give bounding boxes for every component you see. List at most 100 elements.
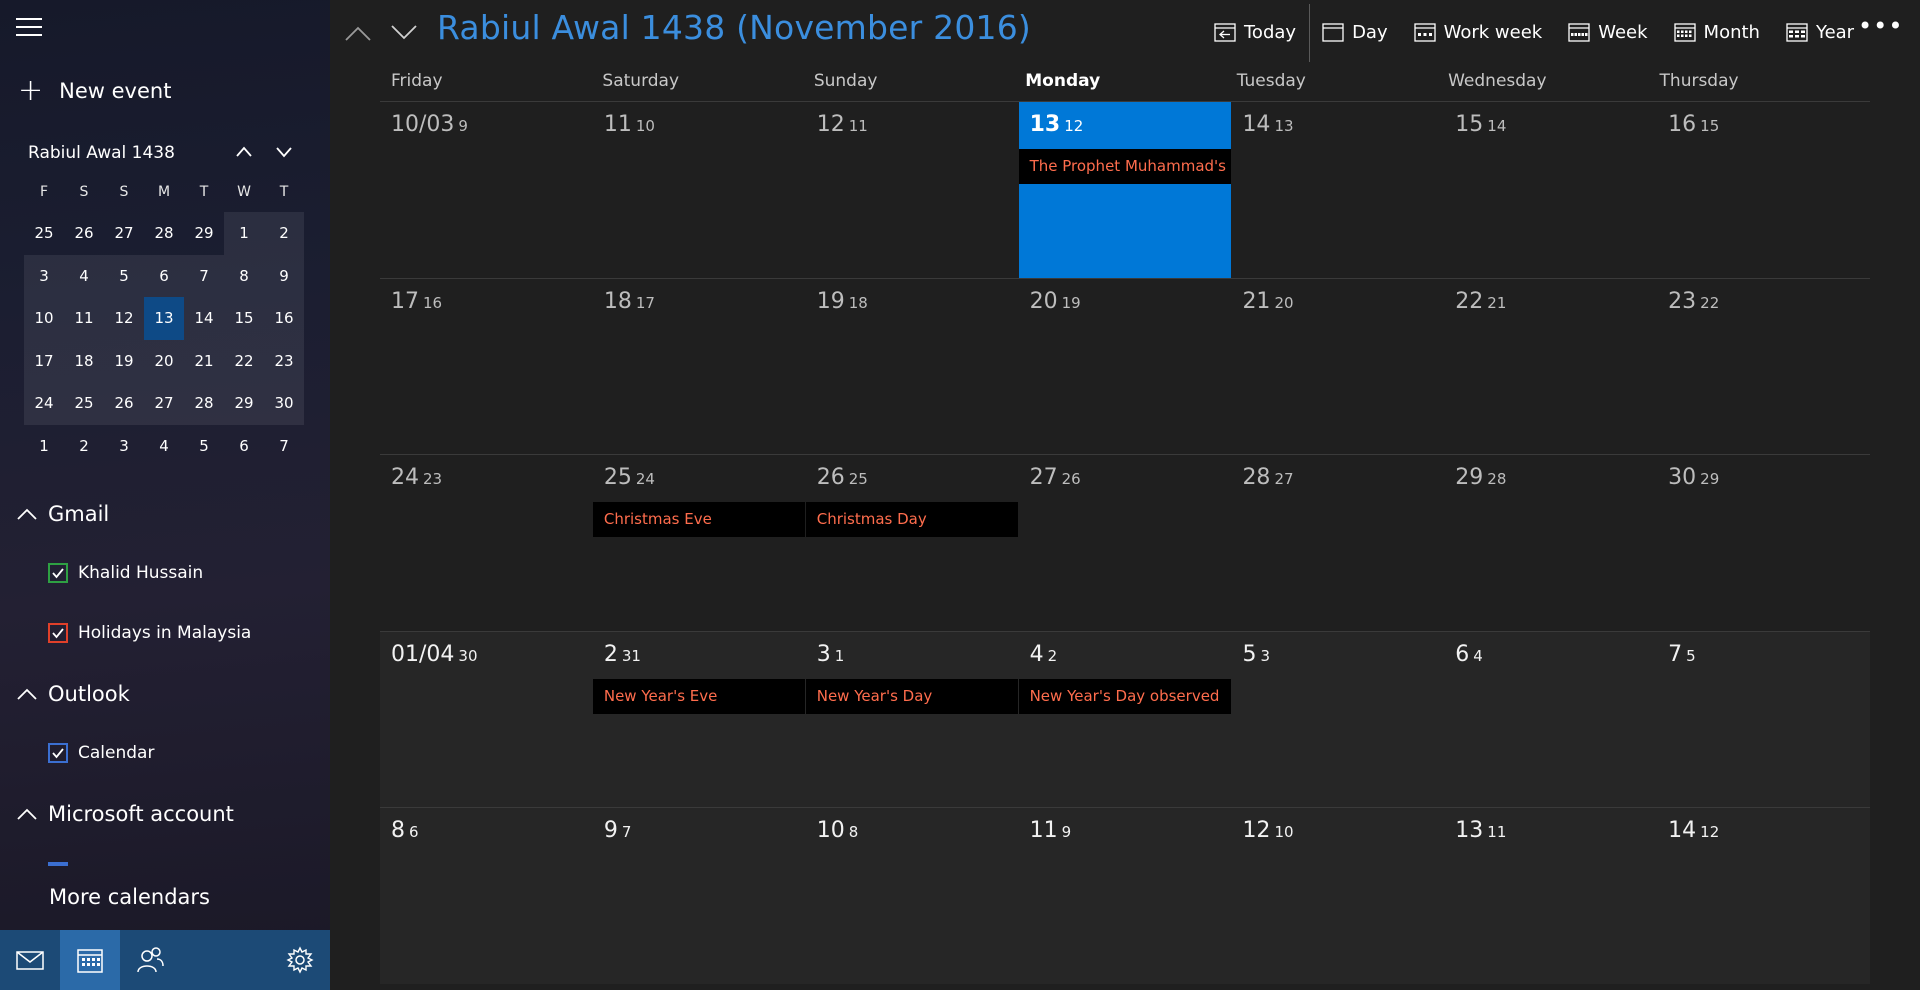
day-cell[interactable]: 53	[1231, 632, 1444, 808]
day-cell[interactable]: 27 26	[1019, 455, 1232, 631]
day-cell[interactable]: 86	[380, 808, 593, 984]
day-cell[interactable]: 22 21	[1444, 279, 1657, 455]
mini-calendar-day[interactable]: 3	[104, 425, 144, 468]
calendar-event[interactable]: New Year's Eve	[592, 678, 805, 714]
mini-calendar-day[interactable]: 4	[144, 425, 184, 468]
year-view-button[interactable]: Year	[1786, 21, 1854, 43]
day-cell[interactable]: 2 31 New Year's Eve	[592, 632, 806, 808]
day-cell[interactable]: 12 10	[1231, 808, 1444, 984]
day-cell[interactable]: 16 15	[1657, 102, 1870, 278]
day-cell[interactable]: 23 22	[1657, 279, 1870, 455]
mini-calendar-day[interactable]: 27	[104, 212, 144, 255]
mini-calendar-day[interactable]: 2	[64, 425, 104, 468]
calendar-event[interactable]: The Prophet Muhammad's Birthday	[1018, 149, 1231, 184]
mini-calendar-day[interactable]: 22	[224, 339, 264, 382]
week-view-button[interactable]: Week	[1568, 21, 1648, 43]
group-toggle-gmail[interactable]: Gmail	[16, 502, 109, 526]
calendar-event[interactable]: Christmas Eve	[592, 502, 805, 537]
checkbox-checked-icon[interactable]	[48, 623, 68, 643]
mini-calendar-day[interactable]: 1	[24, 425, 64, 468]
mini-calendar-day[interactable]: 20	[144, 339, 184, 382]
mini-calendar-day[interactable]: 15	[224, 297, 264, 340]
day-cell[interactable]: 64	[1444, 632, 1657, 808]
day-cell[interactable]: 18 17	[593, 279, 806, 455]
mini-calendar-day[interactable]: 11	[64, 297, 104, 340]
day-cell[interactable]: 11 9	[1019, 808, 1232, 984]
mini-calendar-day[interactable]: 30	[264, 382, 304, 425]
day-cell[interactable]: 20 19	[1019, 279, 1232, 455]
mini-calendar-day[interactable]: 29	[224, 382, 264, 425]
mini-calendar-day[interactable]: 16	[264, 297, 304, 340]
mini-calendar-day[interactable]: 4	[64, 254, 104, 297]
checkbox-checked-icon[interactable]	[48, 563, 68, 583]
mini-calendar-day-selected[interactable]: 13	[144, 297, 184, 340]
mini-calendar-day[interactable]: 6	[144, 254, 184, 297]
calendar-event[interactable]: New Year's Day	[805, 678, 1018, 714]
checkbox-checked-icon[interactable]	[48, 743, 68, 763]
mini-prev-month-chevron-up-icon[interactable]	[234, 142, 254, 162]
calendar-event[interactable]: New Year's Day observed	[1018, 678, 1231, 714]
day-cell[interactable]: 75	[1657, 632, 1870, 808]
more-calendars-link[interactable]: More calendars	[49, 885, 210, 909]
day-cell[interactable]: 17 16	[380, 279, 593, 455]
prev-month-chevron-up-icon[interactable]	[342, 18, 374, 46]
day-cell[interactable]: 13 11	[1444, 808, 1657, 984]
calendar-icon[interactable]	[60, 930, 120, 990]
mini-calendar-day[interactable]: 5	[104, 254, 144, 297]
mini-calendar-day[interactable]: 14	[184, 297, 224, 340]
day-cell[interactable]: 3 1 New Year's Day	[805, 632, 1019, 808]
mail-icon[interactable]	[0, 930, 60, 990]
day-cell-today[interactable]: 1312 The Prophet Muhammad's Birthday	[1018, 102, 1232, 278]
day-cell[interactable]: 10/03 9	[380, 102, 593, 278]
today-button[interactable]: Today	[1214, 21, 1296, 43]
mini-calendar-day[interactable]: 26	[104, 382, 144, 425]
mini-calendar-day[interactable]: 21	[184, 339, 224, 382]
day-cell[interactable]: 15 14	[1444, 102, 1657, 278]
day-cell[interactable]: 12 11	[806, 102, 1019, 278]
mini-calendar-day[interactable]: 8	[224, 254, 264, 297]
calendar-toggle-holidays-malaysia[interactable]: Holidays in Malaysia	[48, 623, 251, 643]
mini-calendar-day[interactable]: 28	[144, 212, 184, 255]
more-options-icon[interactable]: •••	[1858, 12, 1903, 40]
mini-calendar-day[interactable]: 1	[224, 212, 264, 255]
group-toggle-outlook[interactable]: Outlook	[16, 682, 130, 706]
day-view-button[interactable]: Day	[1322, 21, 1388, 43]
day-cell[interactable]: 19 18	[806, 279, 1019, 455]
gear-icon[interactable]	[270, 930, 330, 990]
mini-calendar-day[interactable]: 3	[24, 254, 64, 297]
day-cell[interactable]: 14 13	[1231, 102, 1444, 278]
hamburger-menu-icon[interactable]	[16, 18, 42, 40]
mini-calendar-day[interactable]: 6	[224, 425, 264, 468]
mini-calendar-day[interactable]: 25	[64, 382, 104, 425]
mini-calendar-day[interactable]: 25	[24, 212, 64, 255]
calendar-toggle-calendar[interactable]: Calendar	[48, 743, 154, 763]
month-view-button[interactable]: Month	[1673, 21, 1760, 43]
mini-calendar-day[interactable]: 26	[64, 212, 104, 255]
mini-calendar-day[interactable]: 27	[144, 382, 184, 425]
day-cell[interactable]: 10 8	[806, 808, 1019, 984]
mini-calendar-day[interactable]: 24	[24, 382, 64, 425]
mini-calendar-day[interactable]: 12	[104, 297, 144, 340]
work-week-view-button[interactable]: Work week	[1413, 21, 1542, 43]
day-cell[interactable]: 26 25 Christmas Day	[805, 455, 1019, 631]
day-cell[interactable]: 30 29	[1657, 455, 1870, 631]
new-event-button[interactable]: + New event	[18, 76, 171, 106]
next-month-chevron-down-icon[interactable]	[388, 18, 420, 46]
group-toggle-microsoft-account[interactable]: Microsoft account	[16, 802, 234, 826]
mini-calendar-day[interactable]: 17	[24, 339, 64, 382]
mini-calendar-day[interactable]: 7	[264, 425, 304, 468]
day-cell[interactable]: 4 2 New Year's Day observed	[1018, 632, 1232, 808]
calendar-toggle-khalid-hussain[interactable]: Khalid Hussain	[48, 563, 203, 583]
day-cell[interactable]: 29 28	[1444, 455, 1657, 631]
mini-calendar-day[interactable]: 5	[184, 425, 224, 468]
mini-calendar-day[interactable]: 9	[264, 254, 304, 297]
mini-calendar-day[interactable]: 18	[64, 339, 104, 382]
day-cell[interactable]: 97	[593, 808, 806, 984]
mini-calendar-day[interactable]: 19	[104, 339, 144, 382]
day-cell[interactable]: 25 24 Christmas Eve	[592, 455, 806, 631]
day-cell[interactable]: 24 23	[380, 455, 593, 631]
mini-calendar-day[interactable]: 29	[184, 212, 224, 255]
mini-calendar-day[interactable]: 2	[264, 212, 304, 255]
day-cell[interactable]: 14 12	[1657, 808, 1870, 984]
day-cell[interactable]: 28 27	[1231, 455, 1444, 631]
